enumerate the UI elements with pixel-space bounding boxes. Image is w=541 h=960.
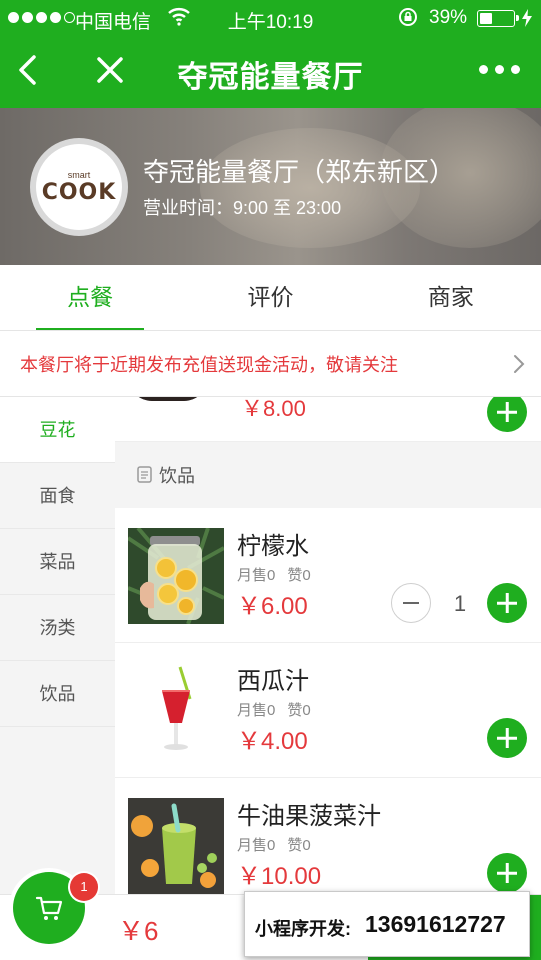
- likes-count: 赞0: [287, 567, 311, 584]
- business-hours: 营业时间：9:00 至 23:00: [143, 194, 341, 220]
- avocado-juice-image: [128, 798, 224, 894]
- charging-icon: [522, 9, 532, 27]
- status-bar: 中国电信 上午10:19 39%: [0, 0, 541, 36]
- developer-contact-overlay: 小程序开发: 13691612727: [244, 891, 530, 957]
- item-price: ￥10.00: [237, 863, 322, 890]
- battery-percent: 39%: [429, 7, 468, 28]
- likes-count: 赞0: [287, 837, 311, 854]
- section-header: 饮品: [115, 442, 541, 508]
- monthly-sales: 月售0: [237, 567, 276, 584]
- tab-reviews[interactable]: 评价: [180, 265, 360, 330]
- cart-total: ￥6: [118, 916, 159, 946]
- list-item: 柠檬水 月售0 赞0 ￥6.00 1: [115, 508, 541, 643]
- add-button[interactable]: [487, 583, 527, 623]
- item-stats: 月售0 赞0: [237, 699, 311, 720]
- developer-label: 小程序开发:: [255, 919, 351, 939]
- restaurant-logo: smart COOK: [30, 138, 128, 236]
- more-icon[interactable]: [479, 60, 521, 78]
- menu-list: ￥8.00 饮品 柠檬水 月售0 赞0 ￥6.00 1 西瓜汁 月售0 赞0 ￥…: [115, 397, 541, 894]
- cart-count-badge: 1: [70, 873, 98, 901]
- item-name: 西瓜汁: [237, 668, 309, 695]
- category-item-dishes[interactable]: 菜品: [0, 529, 115, 595]
- hours-value: 9:00 至 23:00: [233, 198, 342, 218]
- add-button[interactable]: [487, 397, 527, 432]
- developer-phone: 13691612727: [365, 911, 506, 937]
- logo-wordmark: COOK: [41, 179, 117, 205]
- add-button[interactable]: [487, 718, 527, 758]
- navigation-bar: 夺冠能量餐厅: [0, 36, 541, 108]
- item-price: ￥8.00: [241, 397, 306, 421]
- chevron-right-icon: [514, 355, 525, 373]
- monthly-sales: 月售0: [237, 837, 276, 854]
- item-name: 牛油果菠菜汁: [237, 803, 381, 830]
- page-title: 夺冠能量餐厅: [177, 61, 364, 94]
- announcement-banner[interactable]: 本餐厅将于近期发布充值送现金活动，敬请关注: [0, 331, 541, 397]
- item-price: ￥4.00: [237, 728, 308, 755]
- quantity-value: 1: [453, 591, 467, 616]
- rotation-lock-icon: [399, 8, 417, 26]
- watermelon-juice-image: [128, 663, 224, 759]
- tab-bar: 点餐 评价 商家: [0, 265, 541, 331]
- monthly-sales: 月售0: [237, 702, 276, 719]
- category-sidebar: 豆花 面食 菜品 汤类 饮品: [0, 397, 115, 894]
- battery-icon: [477, 10, 519, 27]
- section-title: 饮品: [159, 466, 195, 486]
- decrease-button[interactable]: [391, 583, 431, 623]
- category-item-douhua[interactable]: 豆花: [0, 397, 115, 463]
- logo-tagline: smart: [67, 169, 91, 180]
- restaurant-name: 夺冠能量餐厅（郑东新区）: [143, 157, 456, 187]
- item-stats: 月售0 赞0: [237, 564, 311, 585]
- hours-label: 营业时间：: [143, 198, 233, 218]
- item-price: ￥6.00: [237, 593, 308, 620]
- category-item-drinks[interactable]: 饮品: [0, 661, 115, 727]
- likes-count: 赞0: [287, 702, 311, 719]
- list-item: ￥8.00: [115, 397, 541, 442]
- dish-image: [128, 397, 208, 401]
- list-item: 西瓜汁 月售0 赞0 ￥4.00: [115, 643, 541, 778]
- list-item: 牛油果菠菜汁 月售0 赞0 ￥10.00: [115, 778, 541, 894]
- restaurant-header: smart COOK 夺冠能量餐厅（郑东新区） 营业时间：9:00 至 23:0…: [0, 108, 541, 265]
- announcement-text: 本餐厅将于近期发布充值送现金活动，敬请关注: [20, 355, 398, 375]
- menu-list-icon: [137, 466, 152, 483]
- shopping-cart-icon: [35, 896, 63, 920]
- add-button[interactable]: [487, 853, 527, 893]
- item-name: 柠檬水: [237, 533, 309, 560]
- lemonade-image: [128, 528, 224, 624]
- tab-order[interactable]: 点餐: [0, 265, 180, 330]
- item-stats: 月售0 赞0: [237, 834, 311, 855]
- category-item-soups[interactable]: 汤类: [0, 595, 115, 661]
- category-item-noodles[interactable]: 面食: [0, 463, 115, 529]
- tab-merchant[interactable]: 商家: [361, 265, 541, 330]
